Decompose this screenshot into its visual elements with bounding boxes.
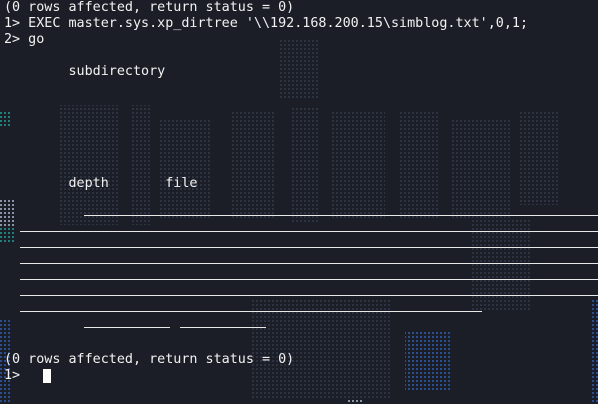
- column-header-subdirectory: subdirectory: [4, 64, 166, 79]
- header-underline-row: [20, 279, 598, 280]
- text-cursor[interactable]: [43, 369, 51, 383]
- depth-column-underline: [84, 327, 170, 328]
- header-underline-row: [20, 247, 598, 248]
- header-underline-row: [20, 231, 598, 232]
- header-underline-row: [20, 263, 598, 264]
- file-column-underline: [180, 327, 266, 328]
- command-line-exec: 1> EXEC master.sys.xp_dirtree '\\192.168…: [4, 16, 529, 31]
- command-prompt[interactable]: 1>: [4, 368, 28, 384]
- column-header-depth-file: depth file: [4, 176, 198, 191]
- command-line-go: 2> go: [4, 32, 45, 47]
- status-line-top: (0 rows affected, return status = 0): [4, 0, 295, 15]
- status-line-bottom: (0 rows affected, return status = 0): [4, 352, 295, 367]
- background-watermark-art: [0, 40, 598, 404]
- terminal-window[interactable]: (0 rows affected, return status = 0) 1> …: [0, 0, 598, 404]
- header-underline-row: [20, 295, 598, 296]
- header-underline-row: [84, 215, 598, 216]
- header-underline-row: [20, 311, 482, 312]
